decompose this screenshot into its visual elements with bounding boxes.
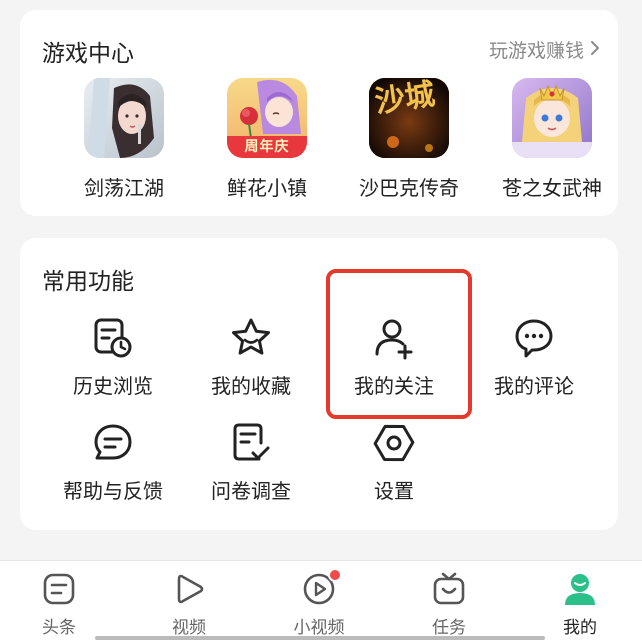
tab-label: 任务 (432, 618, 466, 638)
game-center-card: 游戏中心 玩游戏赚钱 剑荡江湖 周年庆 鲜花小镇 沙城 沙巴克传奇 苍之女武神 (20, 10, 618, 216)
function-label: 历史浏览 (73, 374, 153, 398)
tab-me[interactable]: 我的 (516, 561, 642, 640)
play-icon (177, 574, 204, 604)
game-art-title: 沙城 (372, 78, 438, 121)
function-label: 我的评论 (494, 374, 574, 398)
earn-by-playing-link[interactable]: 玩游戏赚钱 (489, 36, 600, 63)
games-row: 剑荡江湖 周年庆 鲜花小镇 沙城 沙巴克传奇 苍之女武神 (20, 78, 618, 208)
function-label: 我的关注 (354, 374, 434, 398)
my-comments-button[interactable]: 我的评论 (460, 308, 608, 408)
game-item-shabake[interactable]: 沙城 沙巴克传奇 (334, 78, 484, 201)
common-functions-title: 常用功能 (42, 269, 134, 295)
game-center-title: 游戏中心 (42, 41, 134, 67)
home-indicator (95, 636, 545, 640)
history-clock-icon (94, 318, 132, 358)
game-name: 沙巴克传奇 (359, 176, 459, 200)
anniversary-badge: 周年庆 (244, 139, 290, 155)
game-name: 剑荡江湖 (84, 176, 164, 200)
game-item-jiandang[interactable]: 剑荡江湖 (49, 78, 199, 201)
settings-hexagon-icon (373, 424, 415, 462)
tab-label: 小视频 (293, 618, 345, 638)
game-thumbnail-jiandang (84, 78, 164, 158)
my-favorites-button[interactable]: 我的收藏 (177, 308, 325, 408)
game-item-flower-town[interactable]: 周年庆 鲜花小镇 (192, 78, 342, 201)
game-name: 鲜花小镇 (227, 176, 307, 200)
game-thumbnail-valkyrie (512, 78, 592, 158)
game-thumbnail-flower-town: 周年庆 (227, 78, 307, 158)
functions-grid: 历史浏览 我的收藏 我的关注 我的评论 帮助与反馈 问卷调查 设置 (20, 308, 618, 518)
survey-button[interactable]: 问卷调查 (177, 413, 325, 513)
tab-label: 视频 (172, 618, 206, 638)
tab-tasks[interactable]: 任务 (385, 561, 513, 640)
help-feedback-button[interactable]: 帮助与反馈 (39, 413, 187, 513)
function-label: 设置 (374, 479, 414, 503)
survey-check-icon (233, 423, 270, 461)
user-plus-icon (375, 319, 413, 360)
task-tv-icon (433, 572, 465, 605)
comment-bubble-icon (515, 319, 553, 358)
bottom-tab-bar: 头条 视频 小视频 任务 我的 (0, 560, 642, 640)
star-icon (232, 318, 270, 355)
function-label: 问卷调查 (211, 479, 291, 503)
chevron-right-icon (590, 39, 600, 61)
tab-label: 我的 (563, 618, 597, 638)
tab-headlines[interactable]: 头条 (0, 561, 123, 640)
short-video-icon (301, 568, 342, 607)
headline-icon (43, 573, 75, 605)
settings-button[interactable]: 设置 (320, 413, 468, 513)
my-follows-button[interactable]: 我的关注 (320, 308, 468, 408)
game-item-valkyrie[interactable]: 苍之女武神 (477, 78, 627, 201)
function-label: 我的收藏 (211, 374, 291, 398)
history-browse-button[interactable]: 历史浏览 (39, 308, 187, 408)
earn-by-playing-label: 玩游戏赚钱 (488, 40, 584, 62)
feedback-bubble-icon (94, 424, 132, 460)
tab-label: 头条 (42, 618, 76, 638)
tab-video[interactable]: 视频 (125, 561, 253, 640)
common-functions-card: 常用功能 历史浏览 我的收藏 我的关注 我的评论 帮助与反馈 问卷调查 设置 (20, 238, 618, 530)
game-thumbnail-shabake: 沙城 (369, 78, 449, 158)
profile-icon (565, 574, 595, 605)
notification-dot (328, 568, 342, 582)
function-label: 帮助与反馈 (63, 479, 163, 503)
game-name: 苍之女武神 (502, 176, 602, 200)
tab-short-video[interactable]: 小视频 (255, 561, 383, 640)
